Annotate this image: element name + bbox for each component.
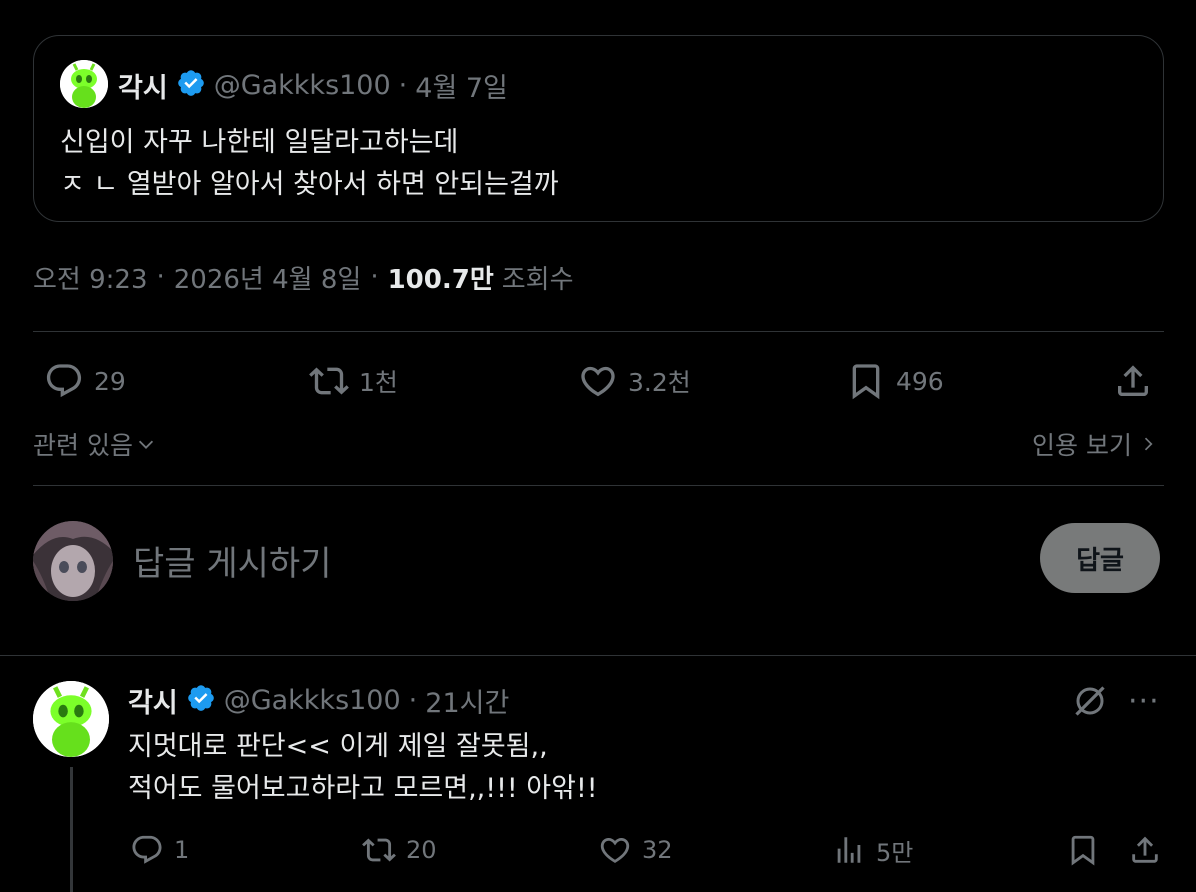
chevron-down-icon xyxy=(138,440,154,449)
reply-repost-action[interactable]: 20 xyxy=(362,830,437,870)
related-toggle[interactable]: 관련 있음 xyxy=(33,426,157,462)
like-icon xyxy=(600,837,630,863)
separator-dot: · xyxy=(398,69,408,101)
repost-count: 1천 xyxy=(359,368,398,397)
reply-text-line: 지멋대로 판단<< 이게 제일 잘못됨,, xyxy=(128,731,548,762)
divider xyxy=(0,655,1196,656)
reply-author-name[interactable]: 각시 xyxy=(128,681,178,720)
repost-count: 20 xyxy=(406,836,437,864)
reply-reply-action[interactable]: 1 xyxy=(130,830,189,870)
bookmark-action[interactable]: 496 xyxy=(846,358,944,404)
share-icon xyxy=(1132,836,1158,863)
view-count-label: 조회수 xyxy=(501,264,574,295)
tweet-meta: 오전 9:23 · 2026년 4월 8일 · 100.7만 조회수 xyxy=(33,258,574,296)
reply-icon xyxy=(46,364,82,398)
views-icon xyxy=(837,837,861,863)
post-date[interactable]: 2026년 4월 8일 xyxy=(174,259,362,296)
separator-dot: · xyxy=(370,262,379,292)
quote-text-line: ㅈ ㄴ 열받아 알아서 찾아서 하면 안되는걸까 xyxy=(60,169,559,200)
bookmark-icon xyxy=(1071,835,1095,866)
verified-badge-icon xyxy=(186,683,216,717)
reply-header: 각시 @Gakkks100 · 21시간 xyxy=(128,681,509,719)
share-icon xyxy=(1118,365,1148,396)
reply-count: 29 xyxy=(94,366,126,396)
post-time[interactable]: 오전 9:23 xyxy=(33,259,148,296)
quote-header: 각시 @Gakkks100 · 4월 7일 xyxy=(118,66,508,105)
reply-time[interactable]: 21시간 xyxy=(425,681,509,720)
reply-icon xyxy=(132,835,162,864)
reply-input[interactable]: 답글 게시하기 xyxy=(133,536,332,585)
divider xyxy=(33,485,1164,486)
quote-text-line: 신입이 자꾸 나한테 일달라고하는데 xyxy=(60,127,459,158)
reply-like-action[interactable]: 32 xyxy=(598,830,673,870)
like-action[interactable]: 3.2천 xyxy=(578,358,691,404)
share-action[interactable] xyxy=(1113,358,1153,404)
separator-dot: · xyxy=(156,262,165,292)
reply-text-line: 적어도 물어보고하라고 모르면,,!!! 아앆!! xyxy=(128,773,598,804)
separator-dot: · xyxy=(408,684,418,716)
alien-avatar-icon xyxy=(60,60,108,108)
views-count: 5만 xyxy=(876,838,914,867)
reply-submit-button[interactable]: 답글 xyxy=(1040,523,1160,593)
repost-action[interactable]: 1천 xyxy=(309,358,398,404)
quote-author-name[interactable]: 각시 xyxy=(118,66,168,105)
view-quotes-label: 인용 보기 xyxy=(1032,431,1132,460)
bookmark-count: 496 xyxy=(896,366,944,396)
reply-share-action[interactable] xyxy=(1128,830,1162,870)
grok-icon[interactable] xyxy=(1072,683,1108,723)
divider xyxy=(33,331,1164,332)
reply-author-avatar[interactable] xyxy=(33,681,109,757)
thread-connector xyxy=(70,767,73,892)
current-user-avatar[interactable] xyxy=(33,521,113,601)
verified-badge-icon xyxy=(176,68,206,102)
repost-icon xyxy=(362,838,396,862)
bookmark-icon xyxy=(852,364,880,400)
reply-count: 1 xyxy=(174,836,190,864)
like-icon xyxy=(581,366,615,397)
reply-action[interactable]: 29 xyxy=(44,358,126,404)
quoted-tweet-card[interactable]: 각시 @Gakkks100 · 4월 7일 신입이 자꾸 나한테 일달라고하는데… xyxy=(33,35,1164,222)
chevron-right-icon xyxy=(1144,437,1153,451)
reply-text: 지멋대로 판단<< 이게 제일 잘못됨,, 적어도 물어보고하라고 모르면,,!… xyxy=(128,726,598,810)
alien-avatar-icon xyxy=(33,681,109,757)
reply-views-action[interactable]: 5만 xyxy=(832,830,913,870)
quote-author-handle[interactable]: @Gakkks100 xyxy=(214,70,391,101)
tweet-detail-page: 각시 @Gakkks100 · 4월 7일 신입이 자꾸 나한테 일달라고하는데… xyxy=(0,0,1196,892)
reply-bookmark-action[interactable] xyxy=(1066,830,1100,870)
quote-author-avatar[interactable] xyxy=(60,60,108,108)
cropped-text-fragment xyxy=(33,0,513,2)
repost-icon xyxy=(309,367,349,395)
anime-avatar-icon xyxy=(33,521,113,601)
like-count: 32 xyxy=(642,836,673,864)
view-count: 100.7만 xyxy=(387,264,494,295)
reply-author-handle[interactable]: @Gakkks100 xyxy=(224,685,401,716)
more-icon[interactable]: ··· xyxy=(1128,684,1160,719)
quote-date[interactable]: 4월 7일 xyxy=(415,66,508,105)
like-count: 3.2천 xyxy=(628,368,691,397)
quote-text: 신입이 자꾸 나한테 일달라고하는데 ㅈ ㄴ 열받아 알아서 찾아서 하면 안되… xyxy=(60,122,1140,206)
view-quotes-link[interactable]: 인용 보기 xyxy=(1032,426,1158,462)
related-label: 관련 있음 xyxy=(33,431,133,460)
